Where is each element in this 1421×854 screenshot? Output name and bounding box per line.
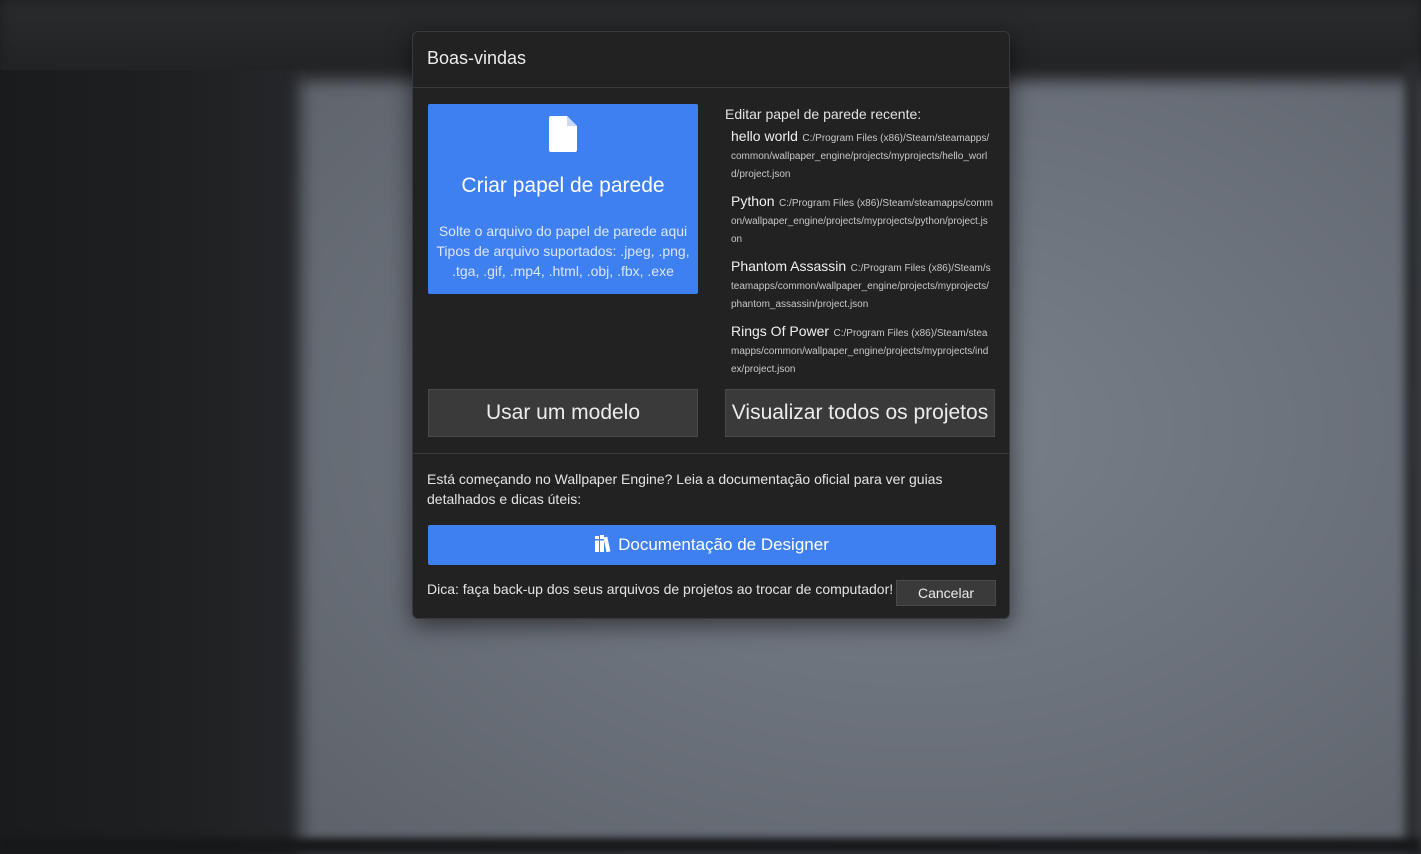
designer-documentation-label: Documentação de Designer — [618, 535, 829, 554]
section-divider — [413, 453, 1009, 454]
create-wallpaper-dropzone[interactable]: Criar papel de parede Solte o arquivo do… — [428, 104, 698, 294]
documentation-intro-text: Está começando no Wallpaper Engine? Leia… — [427, 471, 943, 507]
background-right-edge — [1405, 60, 1421, 854]
recent-project-item[interactable]: Rings Of Power C:/Program Files (x86)/St… — [731, 323, 993, 378]
recent-projects-list: hello world C:/Program Files (x86)/Steam… — [731, 128, 993, 388]
recent-project-item[interactable]: Python C:/Program Files (x86)/Steam/stea… — [731, 193, 993, 248]
create-wallpaper-hint: Solte o arquivo do papel de parede aqui … — [434, 221, 692, 281]
tip-text: Dica: faça back-up dos seus arquivos de … — [427, 581, 894, 597]
recent-project-name: Phantom Assassin — [731, 258, 847, 274]
background-bottom-edge — [0, 838, 1421, 854]
recent-projects-heading: Editar papel de parede recente: — [725, 106, 922, 122]
recent-project-name: Python — [731, 193, 775, 209]
cancel-button[interactable]: Cancelar — [896, 580, 996, 606]
background-left-panel — [0, 70, 305, 854]
create-wallpaper-title: Criar papel de parede — [461, 174, 665, 197]
welcome-dialog: Boas-vindas Criar papel de parede Solte … — [412, 31, 1010, 619]
supported-types-text: Tipos de arquivo suportados: .jpeg, .png… — [436, 243, 690, 279]
view-all-projects-button[interactable]: Visualizar todos os projetos — [725, 389, 995, 437]
dialog-title: Boas-vindas — [413, 32, 1009, 88]
use-template-button[interactable]: Usar um modelo — [428, 389, 698, 437]
recent-project-name: hello world — [731, 128, 798, 144]
drop-hint-text: Solte o arquivo do papel de parede aqui — [438, 223, 688, 239]
recent-project-name: Rings Of Power — [731, 323, 830, 339]
recent-project-item[interactable]: hello world C:/Program Files (x86)/Steam… — [731, 128, 993, 183]
file-icon — [549, 116, 577, 152]
designer-documentation-button[interactable]: Documentação de Designer — [428, 525, 996, 565]
recent-project-item[interactable]: Phantom Assassin C:/Program Files (x86)/… — [731, 258, 993, 313]
books-icon — [595, 535, 611, 552]
